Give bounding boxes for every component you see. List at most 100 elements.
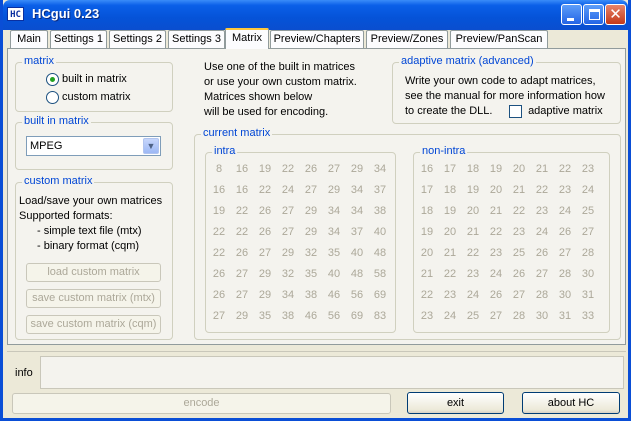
custom-matrix-text: Load/save your own matrices	[19, 195, 163, 207]
intra-matrix-cell: 34	[350, 184, 364, 196]
tab-settings-3[interactable]: Settings 3	[168, 30, 225, 48]
intra-matrix-cell: 27	[258, 247, 272, 259]
intra-matrix-cell: 24	[281, 184, 295, 196]
intra-matrix-label: intra	[212, 145, 238, 158]
non-intra-matrix-cell: 24	[489, 268, 503, 280]
custom-matrix-text: - simple text file (mtx)	[37, 225, 142, 237]
intra-matrix-cell: 19	[258, 163, 272, 175]
non-intra-matrix-cell: 28	[512, 310, 526, 322]
intra-matrix-cell: 19	[212, 205, 226, 217]
non-intra-matrix-cell: 27	[581, 226, 595, 238]
intra-matrix-cell: 35	[258, 310, 272, 322]
save-custom-matrix-mtx-button[interactable]: save custom matrix (mtx)	[26, 289, 161, 308]
radio-built-in-matrix[interactable]: built in matrix	[46, 72, 127, 86]
intra-matrix-cell: 22	[258, 184, 272, 196]
chevron-down-icon[interactable]: ▼	[143, 138, 159, 154]
title-bar[interactable]: HC HCgui 0.23 ✕	[3, 0, 628, 30]
adaptive-matrix-checkbox-box[interactable]	[509, 104, 522, 118]
custom-matrix-text: Supported formats:	[19, 210, 113, 222]
tab-settings-2[interactable]: Settings 2	[109, 30, 166, 48]
non-intra-matrix-cell: 17	[443, 163, 457, 175]
intra-matrix-cell: 29	[258, 268, 272, 280]
intra-matrix-cell: 40	[350, 247, 364, 259]
intra-matrix-cell: 29	[281, 247, 295, 259]
tab-preview-zones[interactable]: Preview/Zones	[366, 30, 448, 48]
custom-matrix-text: - binary format (cqm)	[37, 240, 140, 252]
tab-preview-panscan[interactable]: Preview/PanScan	[450, 30, 548, 48]
save-custom-matrix-cqm-button[interactable]: save custom matrix (cqm)	[26, 315, 161, 334]
matrix-info-text: will be used for encoding.	[204, 106, 329, 118]
non-intra-matrix-cell: 19	[420, 226, 434, 238]
intra-matrix-cell: 34	[327, 226, 341, 238]
builtin-matrix-select[interactable]: MPEG ▼	[26, 136, 161, 156]
non-intra-matrix-cell: 20	[489, 184, 503, 196]
exit-button[interactable]: exit	[407, 392, 504, 414]
intra-matrix-cell: 58	[373, 268, 387, 280]
intra-matrix-cell: 34	[373, 163, 387, 175]
radio-custom-matrix[interactable]: custom matrix	[46, 90, 130, 104]
adaptive-matrix-group-label: adaptive matrix (advanced)	[399, 55, 536, 68]
intra-matrix-cell: 22	[235, 226, 249, 238]
intra-matrix-cell: 27	[281, 205, 295, 217]
intra-matrix-cell: 26	[212, 289, 226, 301]
maximize-button[interactable]	[583, 4, 604, 25]
matrix-info-text: Matrices shown below	[204, 91, 313, 103]
intra-matrix-cell: 29	[350, 163, 364, 175]
tab-matrix[interactable]: Matrix	[225, 28, 269, 49]
non-intra-matrix-cell: 26	[512, 268, 526, 280]
non-intra-matrix-cell: 23	[466, 268, 480, 280]
non-intra-matrix-cell: 20	[512, 163, 526, 175]
non-intra-matrix-group: non-intra 16 17 18 19 20 21 22 23 17 18 19 20 21 22 23…	[413, 145, 610, 333]
intra-matrix-cell: 16	[235, 163, 249, 175]
intra-matrix-cell: 26	[258, 226, 272, 238]
non-intra-matrix-cell: 21	[443, 247, 457, 259]
non-intra-matrix-cell: 22	[558, 163, 572, 175]
intra-matrix-cell: 16	[212, 184, 226, 196]
non-intra-matrix-cell: 21	[535, 163, 549, 175]
non-intra-matrix-cell: 22	[443, 268, 457, 280]
intra-matrix-cell: 22	[235, 205, 249, 217]
intra-matrix-cell: 22	[212, 226, 226, 238]
tab-settings-1[interactable]: Settings 1	[50, 30, 107, 48]
intra-matrix-cell: 27	[281, 226, 295, 238]
tab-preview-chapters[interactable]: Preview/Chapters	[270, 30, 364, 48]
non-intra-matrix-cell: 20	[420, 247, 434, 259]
about-hc-button[interactable]: about HC	[522, 392, 620, 414]
custom-matrix-group: custom matrix Load/save your own matrice…	[15, 175, 173, 340]
non-intra-matrix-cell: 22	[535, 184, 549, 196]
intra-matrix-cell: 38	[281, 310, 295, 322]
builtin-matrix-group: built in matrix MPEG ▼	[15, 115, 173, 170]
current-matrix-group-label: current matrix	[201, 127, 273, 140]
non-intra-matrix-cell: 23	[489, 247, 503, 259]
app-icon[interactable]: HC	[7, 7, 24, 21]
encode-button[interactable]: encode	[12, 393, 391, 414]
intra-matrix-cell: 29	[235, 310, 249, 322]
load-custom-matrix-button[interactable]: load custom matrix	[26, 263, 161, 282]
non-intra-matrix-cell: 24	[581, 184, 595, 196]
close-button[interactable]: ✕	[605, 4, 626, 25]
radio-custom-indicator[interactable]	[46, 90, 59, 104]
non-intra-matrix-cell: 30	[535, 310, 549, 322]
intra-matrix-cell: 48	[350, 268, 364, 280]
matrix-info-text: Use one of the built in matrices	[204, 61, 356, 73]
radio-built-in-indicator[interactable]	[46, 72, 59, 86]
non-intra-matrix-cell: 19	[443, 205, 457, 217]
non-intra-matrix-cell: 24	[466, 289, 480, 301]
adaptive-matrix-checkbox[interactable]: adaptive matrix	[509, 104, 603, 118]
non-intra-matrix-label: non-intra	[420, 145, 468, 158]
non-intra-matrix-cell: 31	[581, 289, 595, 301]
non-intra-matrix-cell: 24	[443, 310, 457, 322]
matrix-group: matrix built in matrix custom matrix	[15, 55, 173, 112]
minimize-icon	[567, 18, 574, 21]
intra-matrix-cell: 34	[327, 205, 341, 217]
non-intra-matrix-cell: 23	[581, 163, 595, 175]
adaptive-matrix-group: adaptive matrix (advanced) Write your ow…	[392, 55, 621, 124]
non-intra-matrix-cell: 22	[420, 289, 434, 301]
non-intra-matrix-cell: 18	[420, 205, 434, 217]
app-window: HC HCgui 0.23 ✕ Main Settings 1 Settings…	[0, 0, 631, 421]
non-intra-matrix-cell: 28	[558, 268, 572, 280]
intra-matrix-cell: 27	[327, 163, 341, 175]
minimize-button[interactable]	[561, 4, 582, 25]
tab-main[interactable]: Main	[10, 30, 48, 48]
non-intra-matrix-cell: 30	[558, 289, 572, 301]
